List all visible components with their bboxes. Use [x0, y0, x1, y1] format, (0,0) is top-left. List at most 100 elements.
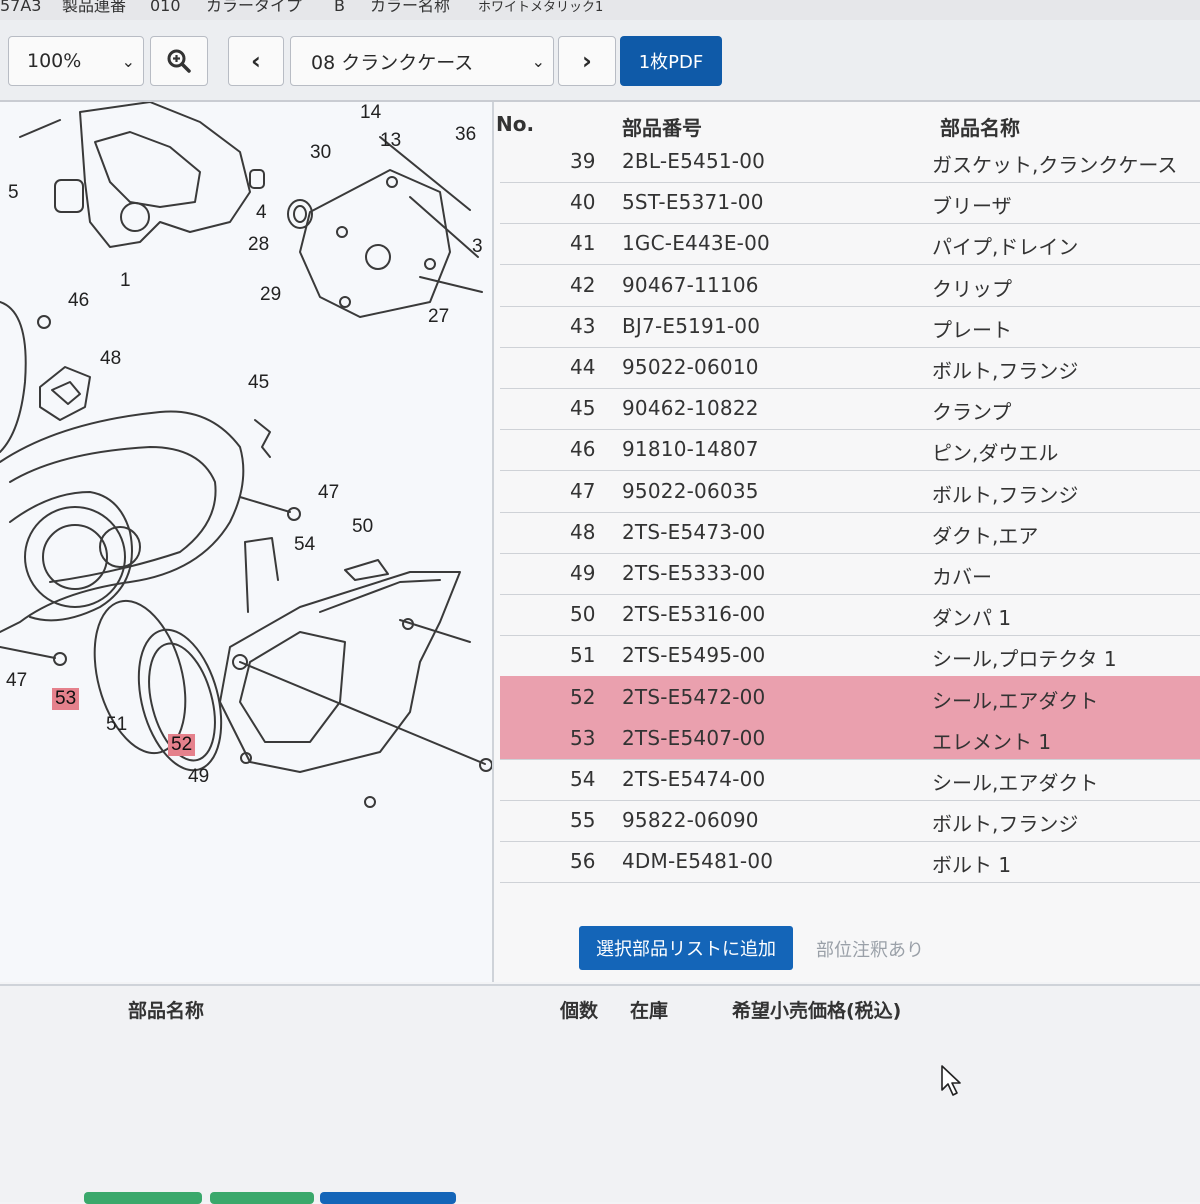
part-number-cell: 2TS-E5473-00 — [622, 519, 766, 544]
parts-table-row[interactable]: 48 2TS-E5473-00 ダクト,エア — [500, 511, 1200, 554]
part-name-cell: ダクト,エア — [932, 523, 1039, 548]
parts-table-row[interactable]: 41 1GC-E443E-00 パイプ,ドレイン — [500, 222, 1200, 266]
callout-label[interactable]: 13 — [380, 130, 401, 152]
previous-page-button[interactable]: ‹ — [228, 36, 284, 86]
parts-table-row[interactable]: 50 2TS-E5316-00 ダンパ 1 — [500, 593, 1200, 637]
color-name-label: カラー名称 — [370, 0, 451, 15]
callout-label[interactable]: 3 — [472, 236, 483, 258]
parts-table-row[interactable]: 42 90467-11106 クリップ — [500, 264, 1200, 307]
part-number-cell: 4DM-E5481-00 — [622, 849, 774, 874]
callout-label[interactable]: 4 — [256, 202, 267, 224]
parts-table-row[interactable]: 54 2TS-E5474-00 シール,エアダクト — [500, 758, 1200, 801]
part-number-cell: 1GC-E443E-00 — [622, 231, 770, 256]
add-to-selected-list-button[interactable]: 選択部品リストに追加 — [579, 926, 793, 970]
header-no: No. — [496, 112, 535, 136]
serial-value: 010 — [150, 0, 181, 15]
part-name-cell: ダンパ 1 — [932, 606, 1012, 631]
list-header-qty: 個数 — [560, 1000, 599, 1022]
header-part-name: 部品名称 — [940, 116, 1020, 140]
part-no-cell: 54 — [570, 767, 596, 791]
callout-label-highlighted[interactable]: 52 — [168, 734, 196, 756]
parts-diagram[interactable]: 14 13 36 5 30 4 28 3 1 29 27 46 48 45 47… — [0, 102, 494, 982]
part-no-cell: 49 — [570, 561, 596, 585]
callout-label[interactable]: 49 — [188, 766, 209, 788]
part-number-cell: 2TS-E5495-00 — [622, 643, 766, 668]
part-name-cell: ボルト,フランジ — [932, 482, 1079, 507]
parts-table-header: No. 部品番号 部品名称 — [494, 102, 1200, 142]
parts-table-row[interactable]: 47 95022-06035 ボルト,フランジ — [500, 470, 1200, 513]
part-name-cell: クランプ — [932, 400, 1012, 425]
callout-label[interactable]: 5 — [8, 182, 19, 204]
part-number-cell: 90467-11106 — [622, 272, 759, 297]
parts-table-row[interactable]: 44 95022-06010 ボルト,フランジ — [500, 346, 1200, 389]
zoom-value: 100% — [27, 50, 82, 72]
zoom-in-button[interactable] — [150, 36, 208, 86]
parts-table-row[interactable]: 49 2TS-E5333-00 カバー — [500, 552, 1200, 595]
part-no-cell: 43 — [570, 313, 596, 338]
part-no-cell: 44 — [570, 355, 596, 379]
part-number-cell: 2TS-E5472-00 — [622, 684, 766, 709]
part-name-cell: ボルト,フランジ — [932, 359, 1079, 383]
callout-label[interactable]: 27 — [428, 306, 449, 328]
callout-label[interactable]: 45 — [248, 372, 269, 394]
part-name-cell: ボルト,フランジ — [932, 812, 1079, 837]
parts-table-row[interactable]: 51 2TS-E5495-00 シール,プロテクタ 1 — [500, 634, 1200, 678]
callout-label[interactable]: 47 — [6, 670, 27, 692]
part-notes-link[interactable]: 部位注釈あり — [816, 936, 924, 962]
bottom-action-button[interactable] — [210, 1192, 314, 1204]
part-group-select[interactable]: 08 クランクケース ⌄ — [290, 36, 554, 86]
part-name-cell: プレート — [932, 317, 1012, 342]
callout-label[interactable]: 51 — [106, 714, 127, 736]
list-header-part-name: 部品名称 — [128, 1000, 205, 1022]
color-type-value: B — [334, 0, 345, 15]
part-number-cell: BJ7-E5191-00 — [622, 313, 761, 338]
bottom-action-button[interactable] — [320, 1192, 456, 1204]
callout-label[interactable]: 14 — [360, 102, 381, 124]
parts-table-row[interactable]: 56 4DM-E5481-00 ボルト 1 — [500, 840, 1200, 884]
callout-label[interactable]: 47 — [318, 482, 339, 504]
chevron-right-icon: › — [582, 47, 592, 75]
parts-table-row[interactable]: 43 BJ7-E5191-00 プレート — [500, 305, 1200, 348]
part-name-cell: ボルト 1 — [932, 853, 1012, 878]
parts-table-row[interactable]: 40 5ST-E5371-00 ブリーザ — [500, 181, 1200, 225]
next-page-button[interactable]: › — [558, 36, 616, 86]
part-number-cell: 2BL-E5451-00 — [622, 149, 766, 173]
single-pdf-button[interactable]: 1枚PDF — [620, 36, 722, 86]
parts-table-row[interactable]: 52 2TS-E5472-00 シール,エアダクト — [500, 675, 1200, 719]
header-part-number: 部品番号 — [622, 116, 702, 140]
part-no-cell: 41 — [570, 231, 596, 256]
chevron-down-icon: ⌄ — [121, 52, 135, 71]
exploded-parts-drawing — [0, 102, 492, 808]
parts-table-row[interactable]: 45 90462-10822 クランプ — [500, 387, 1200, 431]
bottom-action-button[interactable] — [84, 1192, 202, 1204]
callout-label[interactable]: 48 — [100, 348, 121, 370]
part-name-cell: パイプ,ドレイン — [932, 235, 1079, 260]
part-name-cell: カバー — [932, 565, 992, 589]
callout-label[interactable]: 46 — [68, 290, 89, 312]
part-name-cell: クリップ — [932, 276, 1012, 301]
callout-label-highlighted[interactable]: 53 — [52, 688, 80, 710]
callout-label[interactable]: 50 — [352, 516, 373, 538]
part-name-cell: エレメント 1 — [932, 729, 1052, 754]
serial-label: 製品連番 — [62, 0, 127, 15]
viewer-toolbar: 100% ⌄ ‹ 08 クランクケース ⌄ › 1枚PDF — [0, 20, 1200, 102]
parts-table-row[interactable]: 53 2TS-E5407-00 エレメント 1 — [500, 716, 1200, 760]
parts-table-row[interactable]: 39 2BL-E5451-00 ガスケット,クランクケース — [500, 140, 1200, 183]
part-name-cell: シール,エアダクト — [932, 688, 1099, 713]
callout-label[interactable]: 36 — [455, 124, 476, 146]
callout-label[interactable]: 28 — [248, 234, 269, 256]
part-number-cell: 2TS-E5407-00 — [622, 725, 766, 750]
part-group-value: 08 クランクケース — [311, 51, 474, 74]
product-info-bar: 57A3 製品連番 010 カラータイプ B カラー名称 ホワイトメタリック1 — [0, 0, 1200, 20]
part-no-cell: 47 — [570, 478, 596, 503]
model-code: 57A3 — [0, 0, 42, 15]
chevron-left-icon: ‹ — [251, 47, 261, 75]
callout-label[interactable]: 1 — [120, 270, 131, 292]
callout-label[interactable]: 29 — [260, 284, 281, 306]
parts-table-row[interactable]: 46 91810-14807 ピン,ダウエル — [500, 428, 1200, 472]
callout-label[interactable]: 54 — [294, 534, 315, 556]
color-name-value: ホワイトメタリック1 — [478, 0, 604, 15]
zoom-select[interactable]: 100% ⌄ — [8, 36, 144, 86]
parts-table-row[interactable]: 55 95822-06090 ボルト,フランジ — [500, 799, 1200, 843]
callout-label[interactable]: 30 — [310, 142, 331, 164]
